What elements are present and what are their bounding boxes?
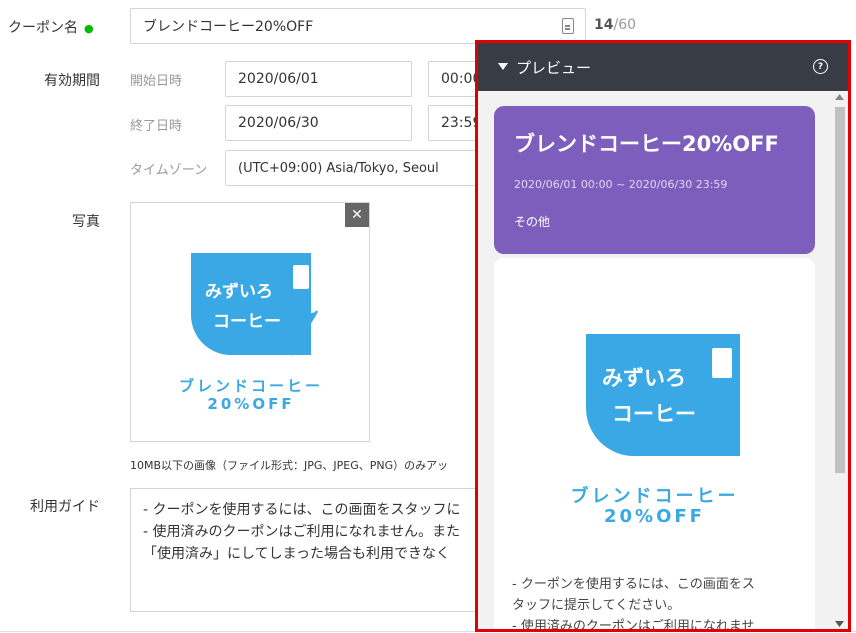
- timezone-value: (UTC+09:00) Asia/Tokyo, Seoul: [238, 160, 439, 176]
- coupon-category: その他: [514, 215, 551, 229]
- coupon-card: ブレンドコーヒー20%OFF 2020/06/01 00:00 ~ 2020/0…: [494, 106, 815, 254]
- coupon-name-input[interactable]: ブレンドコーヒー20%OFF: [130, 8, 586, 44]
- end-date-input[interactable]: 2020/06/30: [225, 105, 412, 141]
- logo-line2: コーヒー: [612, 402, 696, 426]
- end-label: 終了日時: [130, 119, 183, 134]
- char-count: 14/60: [594, 17, 636, 33]
- help-icon[interactable]: ?: [813, 59, 828, 74]
- start-date-value: 2020/06/01: [238, 71, 319, 87]
- help-icon-glyph: ?: [817, 61, 824, 72]
- scroll-down-icon[interactable]: [835, 621, 844, 627]
- preview-guide-text: - クーポンを使用するには、この画面をス タッフに提示してください。 - 使用済…: [512, 574, 802, 632]
- logo-sub2: 20%OFF: [604, 506, 705, 527]
- logo-sub2: 20%OFF: [207, 395, 295, 413]
- preview-panel: プレビュー ? ブレンドコーヒー20%OFF 2020/06/01 00:00 …: [475, 40, 851, 632]
- logo-sub1: ブレンドコーヒー: [178, 377, 323, 395]
- remove-photo-button[interactable]: ✕: [345, 203, 369, 227]
- coupon-image-card: みずいろ コーヒー ブレンドコーヒー 20%OFF - クーポンを使用するには、…: [494, 258, 815, 632]
- guide-textarea[interactable]: - クーポンを使用するには、この画面をスタッフに - 使用済みのクーポンはご利用…: [130, 488, 490, 612]
- char-count-current: 14: [594, 17, 614, 33]
- photo-note: 10MB以下の画像（ファイル形式：JPG、JPEG、PNG）のみアッ: [130, 459, 449, 472]
- scroll-thumb[interactable]: [835, 107, 845, 473]
- coupon-name-label: クーポン名 ●: [8, 17, 108, 37]
- photo-logo: みずいろ コーヒー: [191, 253, 321, 383]
- leaf-icon: [289, 310, 319, 356]
- logo-sub1: ブレンドコーヒー: [570, 486, 739, 507]
- start-date-input[interactable]: 2020/06/01: [225, 61, 412, 97]
- close-icon: ✕: [351, 207, 363, 223]
- guide-line: - クーポンを使用するには、この画面をスタッフに: [143, 502, 461, 518]
- logo-line1: みずいろ: [602, 366, 686, 390]
- clipboard-icon[interactable]: [562, 18, 574, 34]
- guide-line: 「使用済み」にしてしまった場合も利用できなく: [143, 546, 451, 562]
- cup-handle: [712, 348, 732, 378]
- char-count-max: /60: [613, 17, 637, 33]
- coupon-name-value: ブレンドコーヒー20%OFF: [143, 19, 314, 35]
- cup-handle: [293, 265, 309, 289]
- preview-logo: みずいろ コーヒー: [586, 334, 746, 494]
- preview-scrollbar[interactable]: [831, 91, 848, 629]
- validity-label: 有効期間: [44, 73, 100, 89]
- guide-line: - 使用済みのクーポンはご利用になれません。また: [143, 524, 461, 540]
- timezone-select[interactable]: (UTC+09:00) Asia/Tokyo, Seoul: [225, 150, 488, 186]
- timezone-label: タイムゾーン: [130, 163, 208, 178]
- caret-down-icon: [498, 63, 508, 70]
- photo-frame: みずいろ コーヒー ブレンドコーヒー 20%OFF: [130, 202, 370, 442]
- preview-title: プレビュー: [516, 58, 592, 77]
- coupon-name-label-text: クーポン名: [8, 20, 78, 36]
- required-indicator: ●: [84, 21, 94, 35]
- coupon-period: 2020/06/01 00:00 ~ 2020/06/30 23:59: [514, 178, 728, 191]
- preview-guide-line: - クーポンを使用するには、この画面をス: [512, 577, 755, 592]
- scroll-up-icon[interactable]: [835, 94, 844, 100]
- logo-line2: コーヒー: [213, 312, 281, 332]
- coupon-title: ブレンドコーヒー20%OFF: [514, 132, 779, 156]
- logo-line1: みずいろ: [205, 282, 273, 302]
- preview-guide-line: タッフに提示してください。: [512, 598, 681, 613]
- end-date-value: 2020/06/30: [238, 115, 319, 131]
- preview-header[interactable]: プレビュー ?: [478, 43, 848, 91]
- leaf-icon: [706, 400, 740, 455]
- preview-guide-line: - 使用済みのクーポンはご利用になれませ: [512, 619, 755, 632]
- photo-label: 写真: [72, 214, 100, 230]
- start-label: 開始日時: [130, 74, 183, 89]
- guide-label: 利用ガイド: [30, 499, 100, 515]
